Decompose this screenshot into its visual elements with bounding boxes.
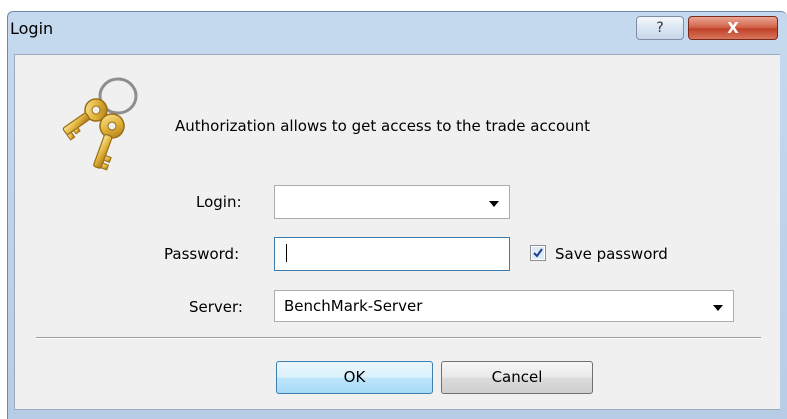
server-combobox[interactable]: BenchMark-Server	[274, 290, 734, 322]
close-button[interactable]: X	[688, 16, 778, 40]
server-label: Server:	[189, 298, 243, 316]
help-icon: ?	[656, 20, 664, 36]
keys-icon	[62, 77, 138, 171]
save-password-checkbox[interactable]	[530, 245, 546, 261]
cancel-button[interactable]: Cancel	[441, 361, 593, 394]
help-button[interactable]: ?	[636, 16, 684, 40]
login-dropdown-arrow-icon[interactable]	[489, 201, 499, 207]
close-icon: X	[727, 19, 739, 37]
window-title: Login	[10, 19, 54, 38]
checkmark-icon	[532, 247, 544, 259]
server-value: BenchMark-Server	[284, 297, 423, 315]
ok-button[interactable]: OK	[276, 361, 433, 394]
text-cursor	[286, 244, 287, 262]
password-label: Password:	[164, 245, 240, 263]
login-combobox[interactable]	[274, 185, 510, 219]
divider	[36, 337, 761, 339]
save-password-label[interactable]: Save password	[555, 245, 668, 263]
password-field[interactable]	[274, 237, 510, 271]
login-label: Login:	[196, 193, 242, 211]
server-dropdown-arrow-icon[interactable]	[713, 305, 723, 311]
authorization-message: Authorization allows to get access to th…	[175, 117, 591, 135]
